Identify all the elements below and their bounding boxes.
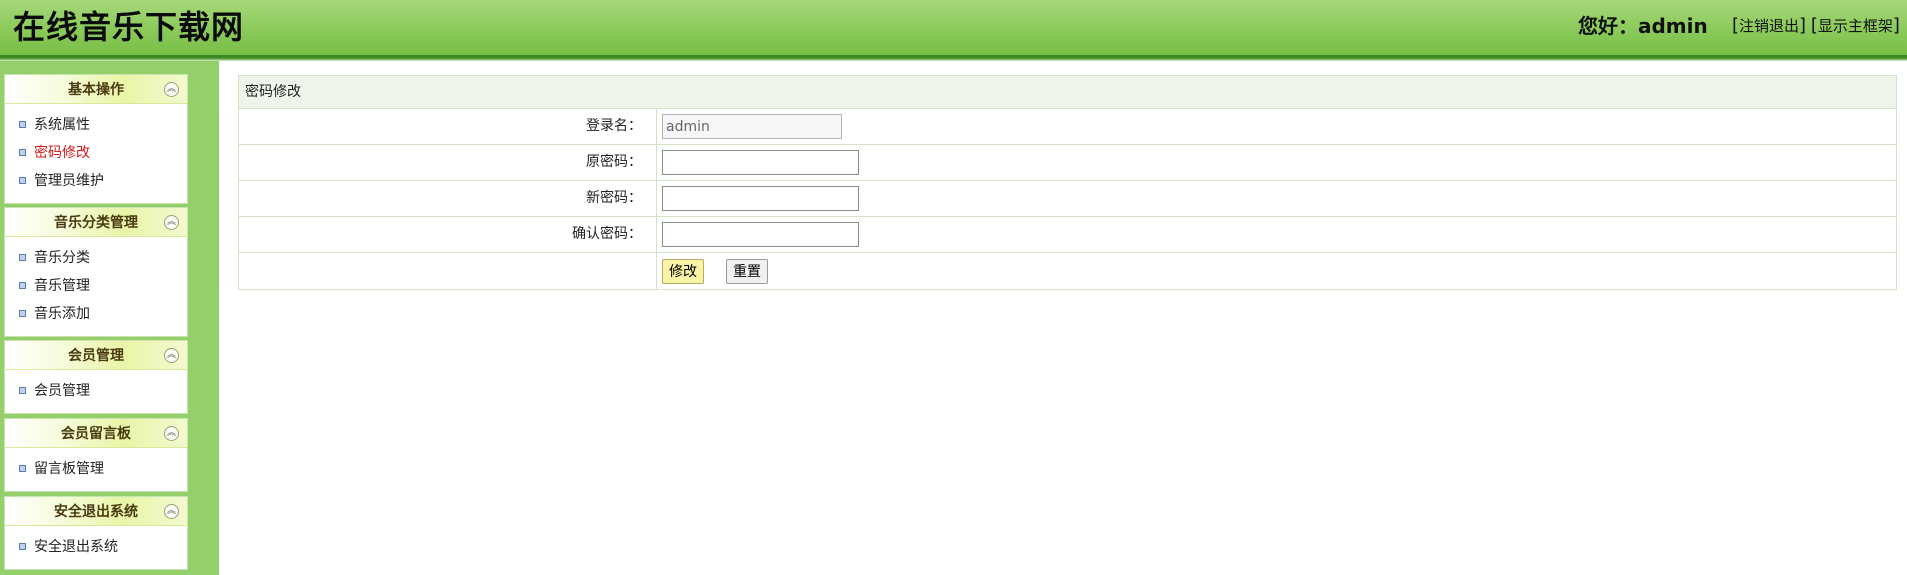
chevron-double-up-icon[interactable]: ︽ xyxy=(164,504,179,519)
panel-header[interactable]: 会员留言板 ︽ xyxy=(5,419,187,448)
chevron-double-up-icon[interactable]: ︽ xyxy=(164,426,179,441)
header-links: [注销退出] [显示主框架] xyxy=(1732,15,1900,36)
square-bullet-icon xyxy=(19,543,26,550)
top-header: 在线音乐下载网 您好：admin [注销退出] [显示主框架] xyxy=(0,0,1907,55)
actions-label-cell xyxy=(239,253,657,289)
site-title: 在线音乐下载网 xyxy=(13,8,245,46)
panel-basic-operations: 基本操作 ︽ 系统属性 密码修改 管理员维护 xyxy=(4,74,188,204)
form-row-confirm-password: 确认密码： xyxy=(239,217,1896,253)
user-greeting: 您好：admin xyxy=(1578,14,1708,38)
square-bullet-icon xyxy=(19,310,26,317)
panel-title: 基本操作 xyxy=(68,82,124,98)
panel-member-message-board: 会员留言板 ︽ 留言板管理 xyxy=(4,418,188,492)
panel-header[interactable]: 基本操作 ︽ xyxy=(5,75,187,104)
reset-button[interactable]: 重置 xyxy=(726,258,768,284)
sidebar-item-message-board-management[interactable]: 留言板管理 xyxy=(5,459,187,487)
new-password-label: 新密码： xyxy=(239,181,657,216)
confirm-password-label: 确认密码： xyxy=(239,217,657,252)
form-row-actions: 修改 重置 xyxy=(239,253,1896,289)
panel-member-management: 会员管理 ︽ 会员管理 xyxy=(4,340,188,414)
form-row-old-password: 原密码： xyxy=(239,145,1896,181)
square-bullet-icon xyxy=(19,254,26,261)
panel-safe-logout: 安全退出系统 ︽ 安全退出系统 xyxy=(4,496,188,570)
panel-title: 会员留言板 xyxy=(61,426,131,442)
panel-header[interactable]: 安全退出系统 ︽ xyxy=(5,497,187,526)
header-divider xyxy=(0,55,1907,61)
show-main-frame-link[interactable]: 显示主框架 xyxy=(1818,17,1893,35)
sidebar-item-music-add[interactable]: 音乐添加 xyxy=(5,304,187,332)
square-bullet-icon xyxy=(19,177,26,184)
panel-title: 音乐分类管理 xyxy=(54,215,138,231)
sidebar-item-music-category[interactable]: 音乐分类 xyxy=(5,248,187,276)
old-password-field[interactable] xyxy=(662,150,859,175)
panel-header[interactable]: 音乐分类管理 ︽ xyxy=(5,208,187,237)
sidebar-item-system-properties[interactable]: 系统属性 xyxy=(5,115,187,143)
sidebar: 基本操作 ︽ 系统属性 密码修改 管理员维护 音乐分类管理 ︽ 音乐分类 音乐管… xyxy=(0,61,219,575)
old-password-label: 原密码： xyxy=(239,145,657,180)
sidebar-item-music-management[interactable]: 音乐管理 xyxy=(5,276,187,304)
form-row-new-password: 新密码： xyxy=(239,181,1896,217)
panel-title: 会员管理 xyxy=(68,348,124,364)
sidebar-item-change-password[interactable]: 密码修改 xyxy=(5,143,187,171)
sidebar-item-admin-maintenance[interactable]: 管理员维护 xyxy=(5,171,187,199)
confirm-password-field[interactable] xyxy=(662,222,859,247)
change-password-form: 密码修改 登录名： 原密码： 新密码： 确认密码： 修改 重置 xyxy=(238,75,1897,290)
square-bullet-icon xyxy=(19,149,26,156)
square-bullet-icon xyxy=(19,465,26,472)
chevron-double-up-icon[interactable]: ︽ xyxy=(164,82,179,97)
panel-title: 安全退出系统 xyxy=(54,504,138,520)
square-bullet-icon xyxy=(19,121,26,128)
panel-header[interactable]: 会员管理 ︽ xyxy=(5,341,187,370)
form-row-username: 登录名： xyxy=(239,109,1896,145)
chevron-double-up-icon[interactable]: ︽ xyxy=(164,215,179,230)
sidebar-item-safe-logout[interactable]: 安全退出系统 xyxy=(5,537,187,565)
username-field[interactable] xyxy=(662,114,842,139)
username-label: 登录名： xyxy=(239,109,657,144)
chevron-double-up-icon[interactable]: ︽ xyxy=(164,348,179,363)
square-bullet-icon xyxy=(19,282,26,289)
new-password-field[interactable] xyxy=(662,186,859,211)
panel-music-category-management: 音乐分类管理 ︽ 音乐分类 音乐管理 音乐添加 xyxy=(4,207,188,337)
submit-button[interactable]: 修改 xyxy=(662,258,704,284)
form-caption: 密码修改 xyxy=(239,76,1896,109)
logout-link[interactable]: 注销退出 xyxy=(1739,17,1799,35)
square-bullet-icon xyxy=(19,387,26,394)
sidebar-item-member-management[interactable]: 会员管理 xyxy=(5,381,187,409)
